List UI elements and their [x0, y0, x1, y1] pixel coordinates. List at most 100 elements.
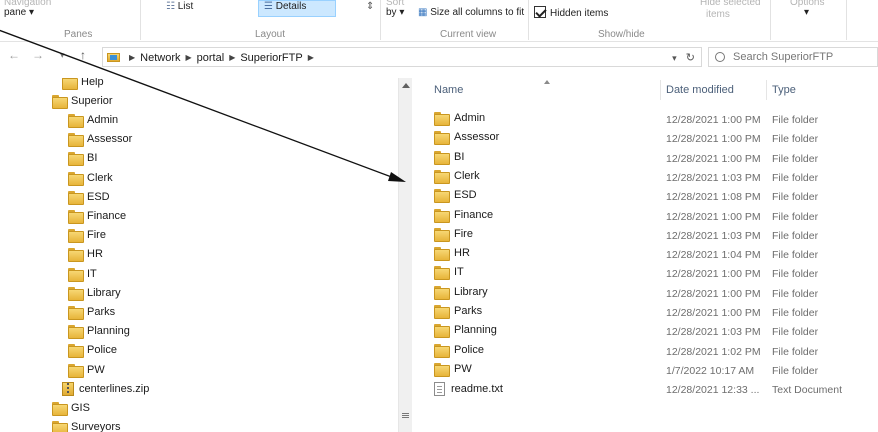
nav-tree-item[interactable]: IT — [68, 264, 97, 283]
nav-tree-item[interactable]: Surveyors — [52, 418, 121, 432]
folder-icon — [62, 78, 78, 90]
zip-file-icon — [62, 381, 74, 396]
file-row[interactable]: HR 12/28/2021 1:04 PM File folder — [414, 244, 878, 263]
nav-pane-scrollbar[interactable] — [398, 78, 412, 432]
file-type: File folder — [772, 249, 819, 262]
nav-tree-item[interactable]: Police — [68, 341, 117, 360]
file-name-cell: PW — [434, 362, 472, 377]
nav-tree-item[interactable]: centerlines.zip — [62, 379, 149, 398]
nav-tree-item[interactable]: Parks — [68, 302, 115, 321]
file-name-cell: Parks — [434, 305, 482, 319]
recent-locations-icon[interactable]: ▾ — [60, 50, 65, 61]
file-type: File folder — [772, 345, 819, 358]
nav-tree-item-label: Admin — [87, 113, 119, 126]
file-name: PW — [454, 362, 472, 375]
nav-tree-item[interactable]: Superior — [52, 91, 113, 110]
file-name-cell: HR — [434, 247, 470, 262]
sort-by-button[interactable]: by ▾ — [386, 7, 404, 18]
nav-tree-item[interactable]: GIS — [52, 398, 90, 417]
column-header-type[interactable]: Type — [772, 78, 872, 102]
scroll-up-icon[interactable] — [402, 83, 410, 88]
nav-tree-item[interactable]: PW — [68, 360, 105, 379]
column-divider[interactable] — [660, 80, 661, 100]
file-date-modified: 12/28/2021 1:00 PM — [666, 287, 761, 300]
file-name-cell: BI — [434, 150, 464, 165]
navigation-pane-button[interactable]: pane ▾ — [4, 7, 34, 18]
size-columns-button[interactable]: ▦ Size all columns to fit — [418, 7, 524, 18]
folder-icon — [434, 266, 450, 281]
nav-tree-item[interactable]: Library — [68, 283, 121, 302]
layout-scroll-icon[interactable]: ⇕ — [366, 1, 374, 12]
folder-icon — [434, 247, 450, 262]
nav-tree-item[interactable]: HR — [68, 245, 103, 264]
column-name-label: Name — [434, 84, 464, 96]
folder-icon — [68, 305, 84, 320]
hide-selected-button[interactable]: items — [706, 9, 730, 20]
file-row[interactable]: Admin 12/28/2021 1:00 PM File folder — [414, 109, 878, 128]
nav-tree-item[interactable]: Admin — [68, 110, 118, 129]
file-name: Fire — [454, 227, 473, 240]
breadcrumb-network[interactable]: Network — [140, 52, 180, 64]
file-name-cell: Assessor — [434, 131, 499, 146]
list-view-button[interactable]: ☷ List — [166, 1, 193, 12]
file-row[interactable]: BI 12/28/2021 1:00 PM File folder — [414, 148, 878, 167]
file-row[interactable]: Clerk 12/28/2021 1:03 PM File folder — [414, 167, 878, 186]
back-arrow-icon[interactable]: ← — [8, 48, 20, 62]
nav-tree-item-label: Police — [87, 344, 117, 357]
breadcrumb-portal[interactable]: portal — [197, 52, 225, 64]
nav-tree-item[interactable]: Clerk — [68, 168, 113, 187]
column-header-date[interactable]: Date modified — [666, 78, 766, 102]
nav-tree-item[interactable]: Help — [62, 78, 104, 91]
details-view-text[interactable]: ☰ Details — [264, 1, 306, 12]
address-bar[interactable]: ▶ Network ▶ portal ▶ SuperiorFTP ▶ ▾ ↻ — [102, 47, 702, 67]
file-row[interactable]: Fire 12/28/2021 1:03 PM File folder — [414, 225, 878, 244]
refresh-icon[interactable]: ↻ — [686, 52, 695, 64]
file-row[interactable]: PW 1/7/2022 10:17 AM File folder — [414, 360, 878, 379]
file-date-modified: 12/28/2021 1:04 PM — [666, 249, 761, 262]
nav-tree-item[interactable]: ESD — [68, 187, 110, 206]
search-input[interactable]: Search SuperiorFTP — [708, 47, 878, 67]
file-name: Admin — [454, 112, 486, 124]
nav-tree-item[interactable]: Planning — [68, 322, 130, 341]
nav-tree-item[interactable]: Assessor — [68, 130, 132, 149]
search-placeholder: Search SuperiorFTP — [733, 51, 834, 63]
file-name-cell: readme.txt — [434, 382, 503, 397]
nav-tree-item[interactable]: Finance — [68, 206, 126, 225]
file-row[interactable]: ESD 12/28/2021 1:08 PM File folder — [414, 186, 878, 205]
scroll-grip-icon[interactable] — [402, 413, 409, 419]
breadcrumb-separator[interactable]: ▶ — [308, 53, 314, 62]
file-name-cell: Library — [434, 285, 488, 300]
file-date-modified: 12/28/2021 1:03 PM — [666, 229, 761, 242]
file-type: File folder — [772, 152, 819, 165]
file-row[interactable]: Library 12/28/2021 1:00 PM File folder — [414, 283, 878, 302]
nav-tree-item-label: Help — [81, 78, 104, 88]
file-row[interactable]: Parks 12/28/2021 1:00 PM File folder — [414, 302, 878, 321]
breadcrumb-separator: ▶ — [185, 53, 192, 62]
folder-icon — [434, 169, 450, 184]
nav-tree-item[interactable]: Fire — [68, 226, 106, 245]
details-label: Details — [275, 1, 307, 12]
column-date-label: Date modified — [666, 84, 734, 96]
ribbon: Navigation pane ▾ Panes ☷ List ☰ Details… — [0, 0, 878, 42]
address-dropdown-icon[interactable]: ▾ — [672, 53, 677, 63]
forward-arrow-icon[interactable]: → — [32, 48, 44, 62]
breadcrumb-superiorftp[interactable]: SuperiorFTP — [240, 52, 302, 64]
file-row[interactable]: IT 12/28/2021 1:00 PM File folder — [414, 263, 878, 282]
checkbox-checked-icon — [534, 6, 546, 18]
file-row[interactable]: readme.txt 12/28/2021 12:33 ... Text Docum… — [414, 379, 878, 398]
nav-tree-item[interactable]: BI — [68, 149, 97, 168]
column-divider[interactable] — [766, 80, 767, 100]
nav-tree-item-label: Library — [87, 286, 121, 299]
file-type: File folder — [772, 307, 819, 319]
file-row[interactable]: Police 12/28/2021 1:02 PM File folder — [414, 341, 878, 360]
file-row[interactable]: Finance 12/28/2021 1:00 PM File folder — [414, 206, 878, 225]
file-row[interactable]: Planning 12/28/2021 1:03 PM File folder — [414, 321, 878, 340]
file-row[interactable]: Assessor 12/28/2021 1:00 PM File folder — [414, 128, 878, 147]
file-type: File folder — [772, 268, 819, 281]
hidden-items-toggle[interactable]: Hidden items — [534, 6, 608, 19]
options-button[interactable]: ▾ — [804, 7, 809, 18]
folder-icon — [68, 152, 84, 167]
up-arrow-icon[interactable]: ↑ — [80, 48, 86, 62]
folder-icon — [52, 421, 68, 432]
file-name-cell: Police — [434, 343, 484, 358]
